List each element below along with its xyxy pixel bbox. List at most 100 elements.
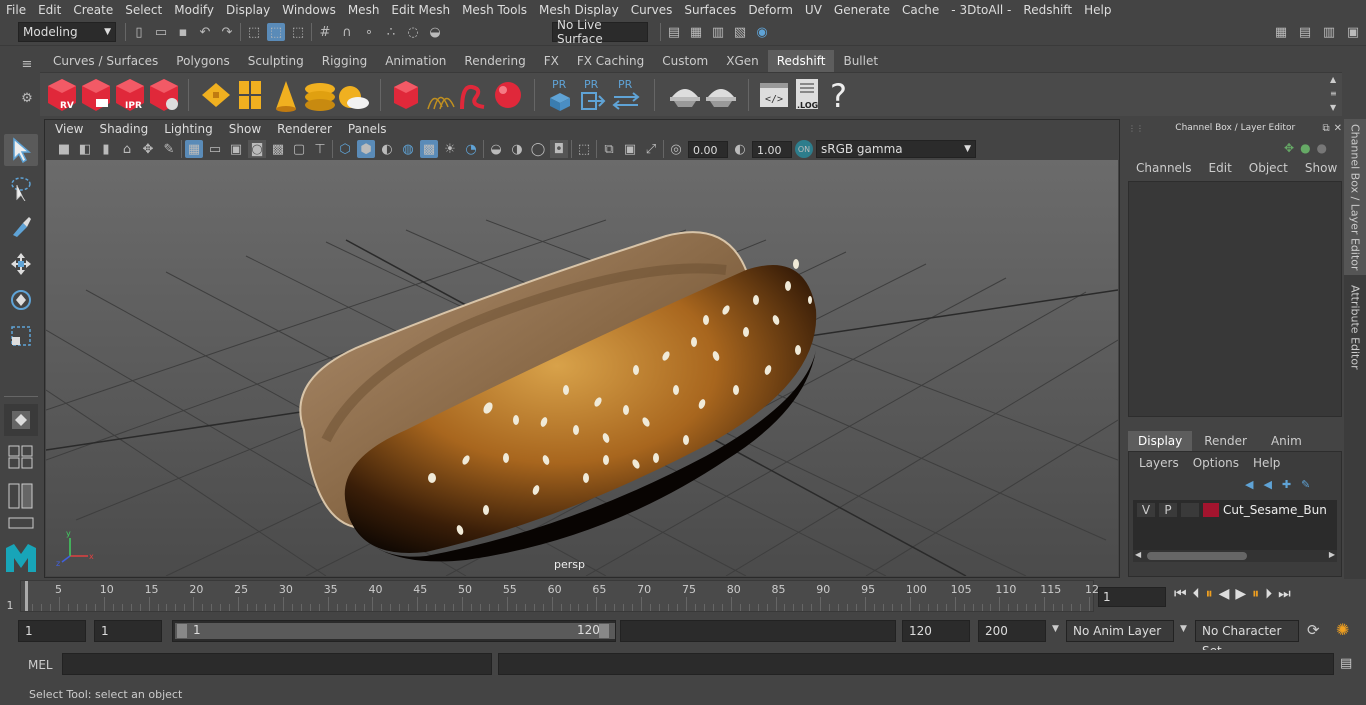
range-slider[interactable]: 1 120 (172, 620, 616, 642)
graph-layout-button[interactable] (8, 516, 38, 535)
exposure-icon[interactable]: ◎ (667, 140, 685, 158)
spot-light-icon[interactable] (276, 81, 296, 112)
new-layer-selected-icon[interactable]: ✎ (1301, 478, 1310, 491)
animation-end-field[interactable]: 200 (978, 620, 1046, 642)
animation-start-field[interactable]: 1 (18, 620, 86, 642)
cook-icon-2[interactable] (706, 89, 736, 107)
channels-menu[interactable]: Channels (1136, 161, 1192, 175)
single-layout-button[interactable] (4, 404, 38, 436)
step-forward-icon[interactable]: ⏵ (1265, 586, 1272, 602)
scroll-left-icon[interactable]: ◀ (1135, 550, 1141, 559)
menu-generate[interactable]: Generate (828, 0, 896, 20)
tab-fx[interactable]: FX (534, 50, 568, 72)
menu-edit-mesh[interactable]: Edit Mesh (385, 0, 456, 20)
render-options-icon[interactable] (150, 79, 178, 111)
backface-icon[interactable]: ⤢ (642, 140, 660, 158)
menu-uv[interactable]: UV (799, 0, 828, 20)
layer-playback-toggle[interactable]: P (1159, 503, 1177, 517)
cmd-input[interactable] (62, 653, 492, 675)
playback-end-field[interactable]: 120 (902, 620, 970, 642)
hair-icon[interactable] (427, 96, 455, 110)
tab-custom[interactable]: Custom (653, 50, 718, 72)
range-end-handle[interactable] (599, 624, 609, 638)
go-to-start-icon[interactable]: ⏮ (1174, 586, 1187, 602)
xray-icon[interactable]: ◘ (550, 140, 568, 158)
help-menu[interactable]: Help (1253, 456, 1280, 470)
auto-key-icon[interactable]: ⟳ (1307, 621, 1320, 639)
layers-menu[interactable]: Layers (1139, 456, 1179, 470)
menu-mesh-display[interactable]: Mesh Display (533, 0, 625, 20)
layer-name[interactable]: Cut_Sesame_Bun (1223, 503, 1327, 517)
multisample-icon[interactable]: ◑ (508, 140, 526, 158)
tab-xgen[interactable]: XGen (717, 50, 768, 72)
tab-display[interactable]: Display (1128, 431, 1193, 451)
tab-anim[interactable]: Anim (1259, 431, 1314, 451)
chevron-down-icon[interactable]: ▼ (1052, 624, 1059, 634)
show-menu[interactable]: Show (1305, 161, 1337, 175)
code-icon[interactable]: </> (760, 83, 788, 107)
tab-animation[interactable]: Animation (376, 50, 456, 72)
shelf-menu-icon[interactable]: ≡ (1330, 89, 1337, 98)
tab-rendering[interactable]: Rendering (455, 50, 535, 72)
preferences-icon[interactable]: ✺ (1336, 620, 1349, 639)
cmd-language-label[interactable]: MEL (28, 658, 53, 672)
motion-blur-icon[interactable]: ◒ (487, 140, 505, 158)
play-backward-icon[interactable]: ◀ (1219, 586, 1230, 602)
move-layer-up-icon[interactable]: ◀ (1245, 478, 1253, 491)
outliner-layout-button[interactable] (8, 482, 38, 513)
edit-menu[interactable]: Edit (1209, 161, 1232, 175)
attribute-editor-icon[interactable]: ▥ (1320, 23, 1338, 41)
object-menu[interactable]: Object (1249, 161, 1288, 175)
float-icon[interactable]: ⧉ (1322, 123, 1329, 134)
volume-icon[interactable] (239, 81, 261, 109)
four-layout-button[interactable] (8, 444, 38, 473)
scroll-down-icon[interactable]: ▼ (1330, 103, 1336, 112)
script-editor-icon[interactable]: ▤ (1340, 656, 1352, 671)
menu-mesh-tools[interactable]: Mesh Tools (456, 0, 533, 20)
tab-render[interactable]: Render (1192, 431, 1259, 451)
playback-start-field[interactable]: 1 (94, 620, 162, 642)
shelf-settings-icon[interactable]: ⚙ (18, 89, 36, 107)
panel-menu-show[interactable]: Show (221, 120, 269, 138)
wireframe-on-shaded-icon[interactable]: ◐ (378, 140, 396, 158)
layer-visibility-toggle[interactable]: V (1137, 503, 1155, 517)
select-object-icon[interactable]: ⬚ (267, 23, 285, 41)
menu-modify[interactable]: Modify (168, 0, 220, 20)
layer-row[interactable]: V P Cut_Sesame_Bun (1133, 500, 1337, 520)
pan-zoom-icon[interactable]: ✥ (139, 140, 157, 158)
proxy-icon[interactable] (202, 83, 230, 107)
move-tool-button[interactable] (4, 248, 38, 280)
render-view-icon[interactable]: RV (48, 79, 76, 111)
snap-point-icon[interactable]: ∘ (360, 23, 378, 41)
gamma-field[interactable]: 1.00 (752, 140, 792, 158)
go-to-end-icon[interactable]: ⏭ (1278, 586, 1291, 602)
rotate-tool-button[interactable] (4, 284, 38, 316)
depth-of-field-icon[interactable]: ◯ (529, 140, 547, 158)
menu-redshift[interactable]: Redshift (1017, 0, 1078, 20)
panel-layout-icon[interactable]: ▤ (1296, 23, 1314, 41)
tab-curves-surfaces[interactable]: Curves / Surfaces (44, 50, 168, 72)
image-plane-icon[interactable]: ⌂ (118, 140, 136, 158)
isolate-select-icon[interactable]: ⬚ (575, 140, 593, 158)
range-slider-bar-fill[interactable] (175, 623, 615, 639)
tab-redshift[interactable]: Redshift (767, 50, 835, 72)
xray-joints-icon[interactable]: ⧉ (600, 140, 618, 158)
menu-select[interactable]: Select (119, 0, 168, 20)
wireframe-icon[interactable]: ⬡ (336, 140, 354, 158)
viewport-3d[interactable]: x y z persp (46, 160, 1118, 576)
cook-icon-1[interactable] (670, 89, 700, 107)
render-frame-icon[interactable]: ▦ (687, 23, 705, 41)
select-hierarchy-icon[interactable]: ⬚ (245, 23, 263, 41)
hypershade-icon[interactable]: ◉ (753, 23, 771, 41)
help-icon[interactable]: ? (830, 77, 847, 115)
tab-rigging[interactable]: Rigging (312, 50, 377, 72)
shelf-tabs-menu-icon[interactable]: ≡ (18, 55, 36, 73)
step-forward-key-icon[interactable]: ⏸ (1252, 586, 1259, 602)
camera-icon[interactable]: ■ (55, 140, 73, 158)
live-surface-field[interactable]: No Live Surface (552, 18, 648, 46)
menu-curves[interactable]: Curves (625, 0, 679, 20)
ipr-icon[interactable]: IPR (116, 79, 144, 111)
new-layer-icon[interactable]: ✚ (1282, 478, 1291, 491)
tab-attribute-editor[interactable]: Attribute Editor (1344, 279, 1366, 375)
gate-mask-icon[interactable]: ◙ (248, 140, 266, 158)
